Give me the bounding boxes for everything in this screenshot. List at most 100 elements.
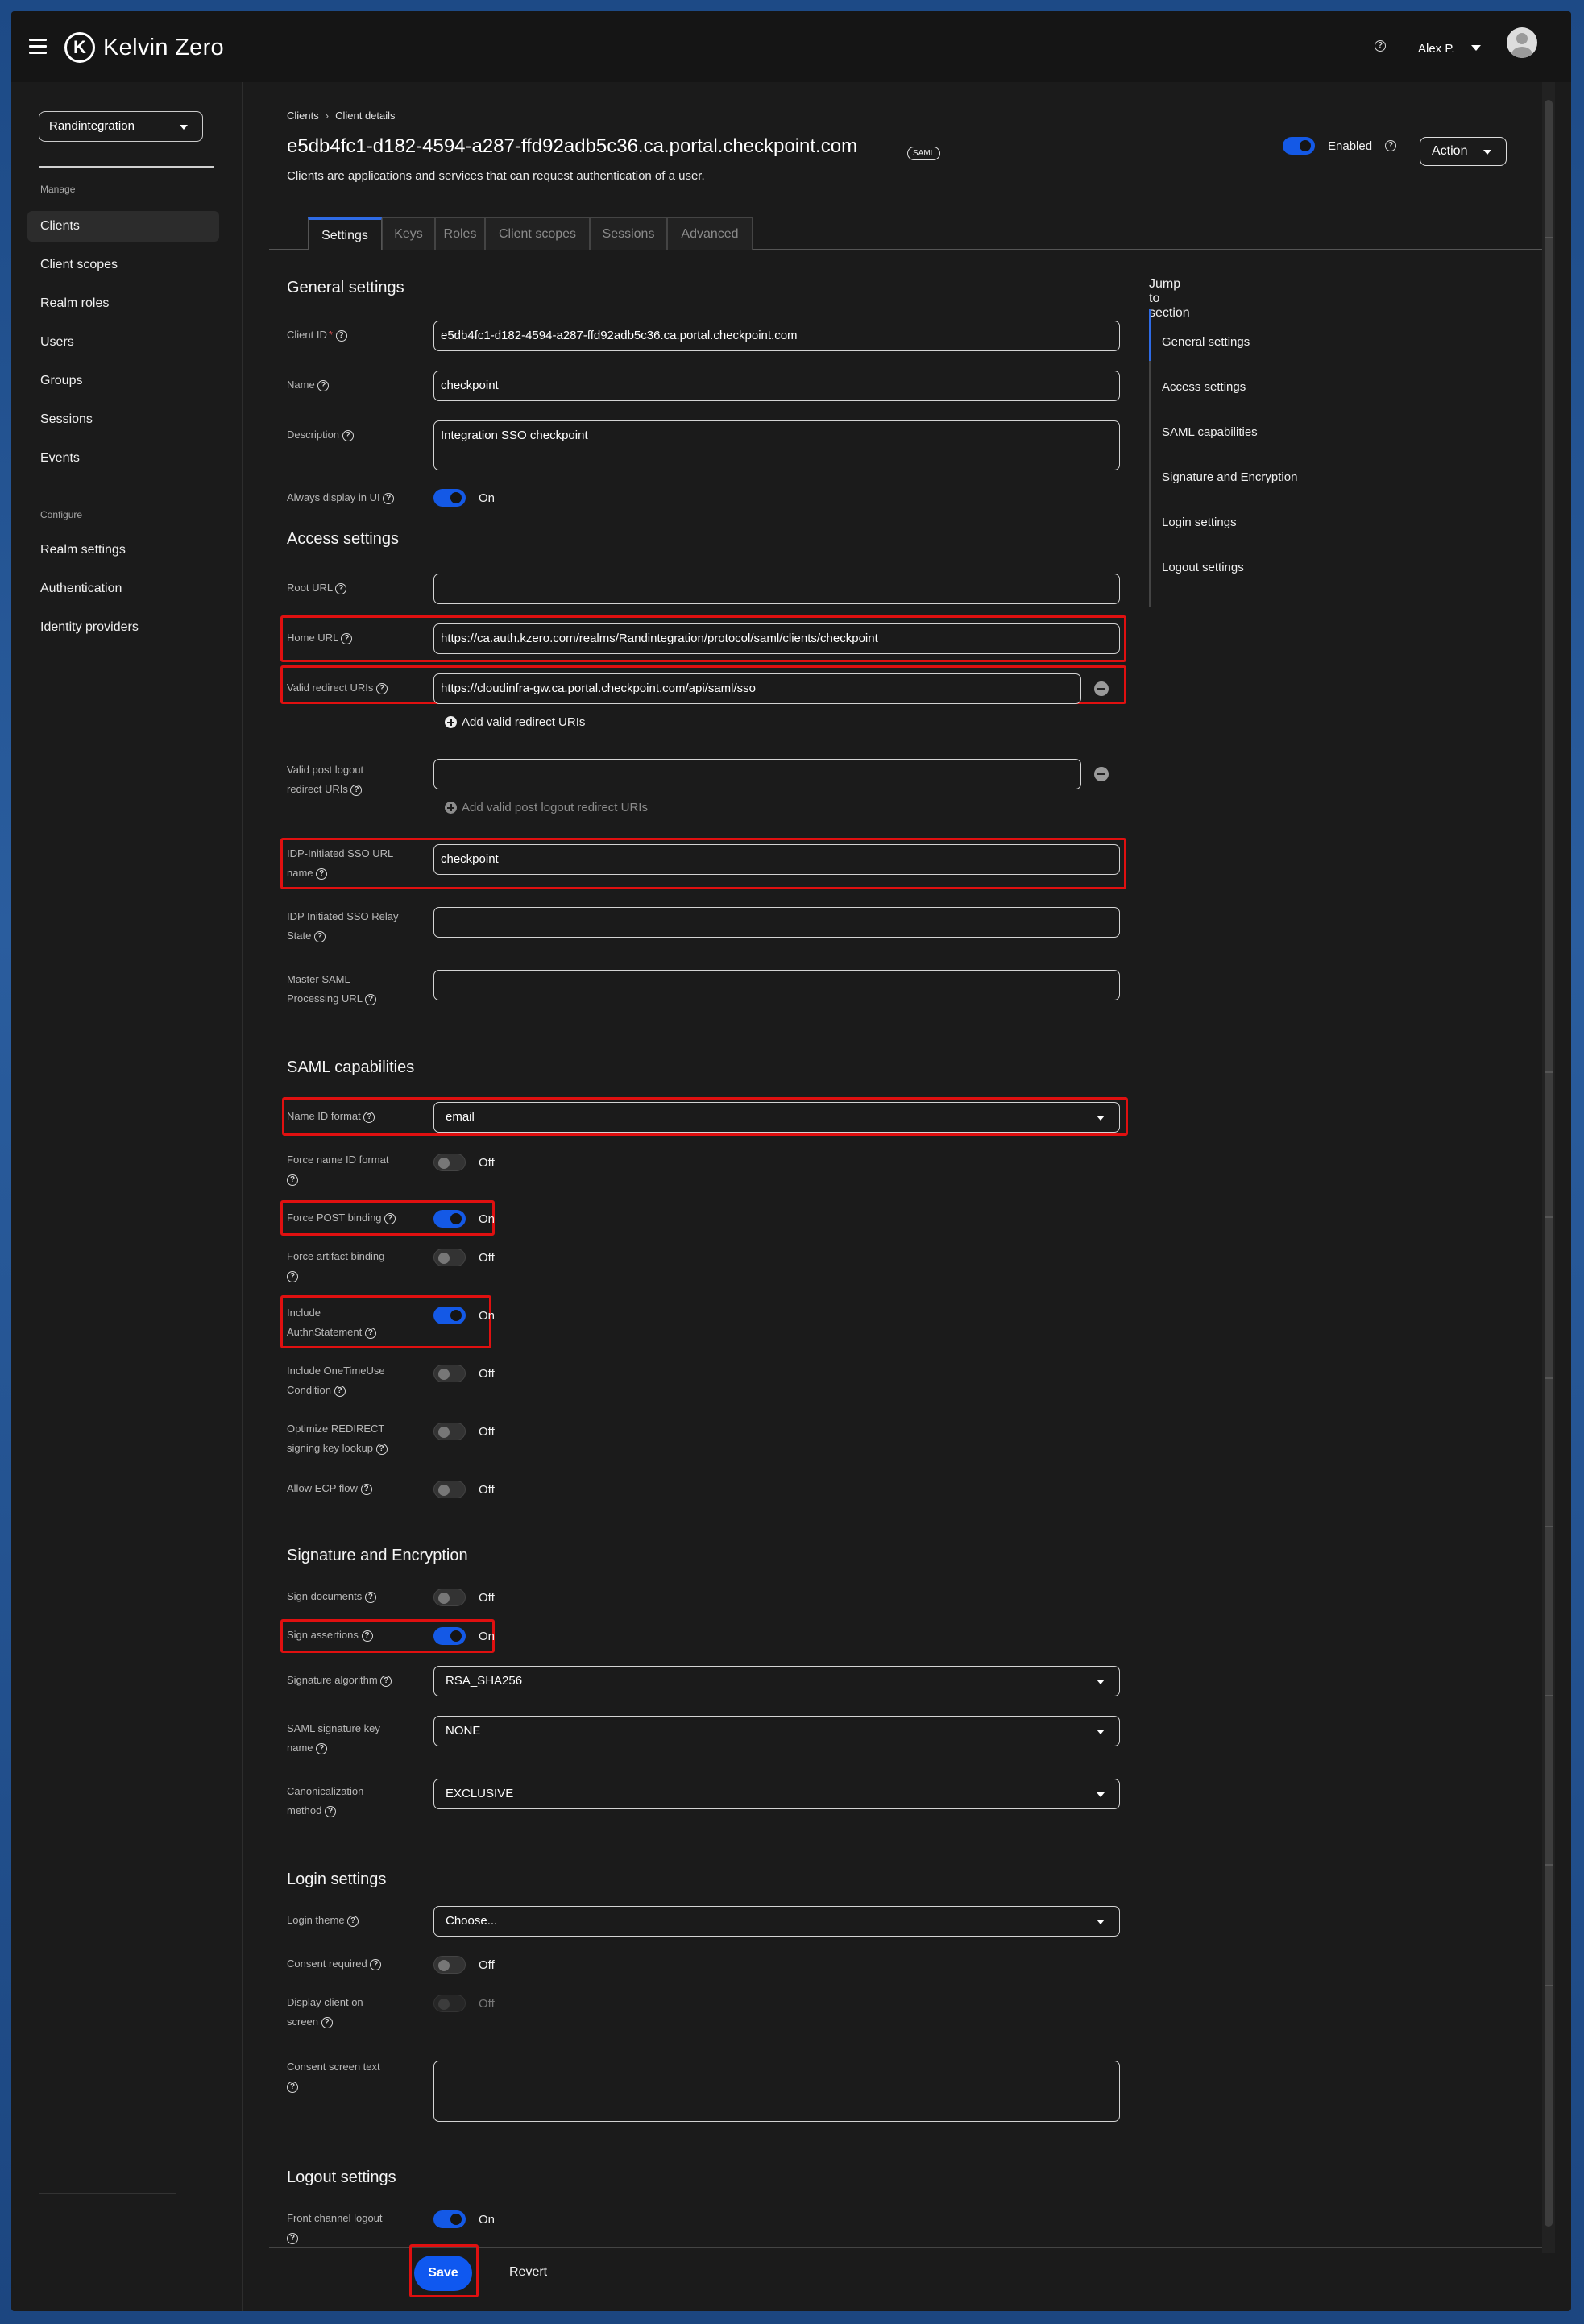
consent-required-toggle[interactable] [433,1956,466,1974]
force-post-binding-toggle[interactable] [433,1210,466,1228]
sidebar-item-realm-roles[interactable]: Realm roles [27,288,219,319]
optimize-redirect-toggle[interactable] [433,1423,466,1440]
force-name-id-help-icon[interactable] [287,1174,298,1186]
enabled-toggle[interactable] [1283,137,1315,155]
root-url-input[interactable] [433,574,1120,604]
sidebar-item-events[interactable]: Events [27,443,219,474]
remove-post-logout-uri-icon[interactable] [1094,767,1109,781]
sign-assertions-toggle[interactable] [433,1627,466,1645]
revert-button[interactable]: Revert [509,2265,547,2280]
redirect-uri-input[interactable]: https://cloudinfra-gw.ca.portal.checkpoi… [433,673,1081,704]
onetimeuse-help-icon[interactable] [334,1385,346,1397]
always-display-toggle[interactable] [433,489,466,507]
force-name-id-toggle[interactable] [433,1154,466,1171]
ecp-flow-help-icon[interactable] [360,1483,372,1495]
sidebar-item-realm-settings[interactable]: Realm settings [27,535,219,565]
login-theme-help-icon[interactable] [347,1915,359,1927]
action-dropdown[interactable]: Action [1420,137,1507,166]
add-post-logout-uri-button[interactable]: Add valid post logout redirect URIs [445,801,648,814]
sign-documents-toggle[interactable] [433,1589,466,1606]
hamburger-menu-icon[interactable] [29,39,47,55]
client-id-input[interactable]: e5db4fc1-d182-4594-a287-ffd92adb5c36.ca.… [433,321,1120,351]
signature-algorithm-select[interactable]: RSA_SHA256 [433,1666,1120,1696]
force-artifact-help-icon[interactable] [287,1270,298,1282]
onetimeuse-toggle[interactable] [433,1365,466,1382]
sidebar-item-client-scopes[interactable]: Client scopes [27,250,219,280]
redirect-uris-help-icon[interactable] [376,682,388,694]
signature-key-name-help-icon[interactable] [316,1742,328,1754]
home-url-input[interactable]: https://ca.auth.kzero.com/realms/Randint… [433,623,1120,654]
master-saml-input[interactable] [433,970,1120,1000]
remove-redirect-uri-icon[interactable] [1094,681,1109,696]
help-icon[interactable] [1375,40,1386,52]
name-id-format-select[interactable]: email [433,1102,1120,1133]
signature-key-name-select[interactable]: NONE [433,1716,1120,1746]
tab-advanced[interactable]: Advanced [667,217,753,250]
relay-state-help-icon[interactable] [313,930,326,942]
save-button[interactable]: Save [414,2256,472,2291]
tab-client-scopes[interactable]: Client scopes [485,217,590,250]
description-textarea[interactable]: Integration SSO checkpoint [433,420,1120,470]
post-logout-help-icon[interactable] [350,784,363,796]
jump-login-settings[interactable]: Login settings [1162,516,1237,529]
root-url-help-icon[interactable] [335,582,347,594]
jump-logout-settings[interactable]: Logout settings [1162,561,1244,574]
jump-access-settings[interactable]: Access settings [1162,380,1246,394]
name-help-icon[interactable] [317,379,330,391]
include-authn-toggle[interactable] [433,1307,466,1324]
realm-selector[interactable]: Randintegration [39,111,203,142]
tab-roles[interactable]: Roles [435,217,485,250]
sign-assertions-help-icon[interactable] [361,1630,373,1642]
name-input[interactable]: checkpoint [433,371,1120,401]
redirect-uris-label-text: Valid redirect URIs [287,681,374,694]
add-redirect-uri-button[interactable]: Add valid redirect URIs [445,715,585,729]
sidebar-item-identity-providers[interactable]: Identity providers [27,612,219,643]
force-post-binding-help-icon[interactable] [384,1212,396,1224]
tab-sessions[interactable]: Sessions [590,217,667,250]
signature-key-name-label-line1: SAML signature key [287,1722,380,1734]
signature-algorithm-help-icon[interactable] [380,1675,392,1687]
relay-state-input[interactable] [433,907,1120,938]
user-menu[interactable]: Alex P. [1418,42,1455,56]
sidebar-item-groups[interactable]: Groups [27,366,219,396]
idp-sso-url-input[interactable]: checkpoint [433,844,1120,875]
sidebar-item-users[interactable]: Users [27,327,219,358]
avatar[interactable] [1507,27,1537,58]
tab-settings[interactable]: Settings [308,217,382,250]
canonicalization-select[interactable]: EXCLUSIVE [433,1779,1120,1809]
master-saml-help-icon[interactable] [365,993,377,1005]
front-channel-logout-toggle[interactable] [433,2210,466,2228]
login-theme-select[interactable]: Choose... [433,1906,1120,1937]
front-channel-logout-help-icon[interactable] [287,2232,298,2244]
jump-signature-encryption[interactable]: Signature and Encryption [1162,470,1297,484]
sidebar-item-sessions[interactable]: Sessions [27,404,219,435]
canonicalization-help-icon[interactable] [325,1805,336,1817]
consent-text-help-icon[interactable] [287,2081,298,2093]
sidebar-item-authentication[interactable]: Authentication [27,574,219,604]
jump-general-settings[interactable]: General settings [1162,335,1250,349]
user-menu-caret-icon[interactable] [1471,45,1481,51]
post-logout-uri-input[interactable] [433,759,1081,789]
consent-required-help-icon[interactable] [370,1958,382,1970]
display-on-screen-help-icon[interactable] [321,2016,333,2028]
sign-documents-help-icon[interactable] [364,1591,376,1603]
sidebar-item-clients[interactable]: Clients [27,211,219,242]
ecp-flow-toggle[interactable] [433,1481,466,1498]
name-id-format-help-icon[interactable] [363,1111,375,1123]
onetimeuse-label: Include OneTimeUse Condition [287,1361,416,1400]
tab-keys[interactable]: Keys [382,217,435,250]
jump-saml-capabilities[interactable]: SAML capabilities [1162,425,1258,439]
include-authn-help-icon[interactable] [364,1327,376,1339]
enabled-help-icon[interactable] [1385,140,1397,151]
consent-text-textarea[interactable] [433,2061,1120,2122]
always-display-help-icon[interactable] [383,492,395,504]
idp-sso-url-help-icon[interactable] [316,868,328,880]
client-id-help-icon[interactable] [335,329,347,342]
force-artifact-toggle[interactable] [433,1249,466,1266]
breadcrumb-clients-link[interactable]: Clients [287,110,319,122]
description-help-icon[interactable] [342,429,354,441]
scrollbar-thumb[interactable] [1545,100,1553,2227]
home-url-help-icon[interactable] [341,632,353,644]
brand[interactable]: Kelvin Zero [64,32,224,63]
optimize-redirect-help-icon[interactable] [375,1443,388,1455]
